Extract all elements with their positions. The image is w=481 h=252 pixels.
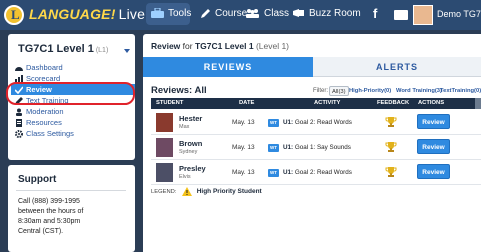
support-title: Support	[18, 174, 57, 185]
sidebar-item-resources[interactable]: Resources	[11, 117, 135, 128]
column-header[interactable]: STUDENT	[156, 98, 183, 109]
nav-buzz-room[interactable]: Buzz Room	[292, 8, 361, 19]
pencil-icon	[201, 9, 210, 18]
nav-class[interactable]: Class	[245, 8, 289, 19]
table-row: Brown Sydney May. 13 WT U1: Goal 1: Say …	[151, 135, 481, 160]
filter-all[interactable]: All(3)	[329, 86, 349, 96]
mail-icon[interactable]	[394, 10, 408, 20]
user-avatar[interactable]	[413, 5, 433, 25]
student-photo	[156, 113, 173, 132]
scrollbar[interactable]	[475, 98, 481, 109]
support-line: Call (888) 399-1995	[18, 198, 80, 205]
app-logo[interactable]: LANGUAGE! Live	[29, 6, 145, 22]
word-training-badge: WT	[268, 119, 279, 127]
tools-icon	[151, 8, 164, 19]
review-tabs: REVIEWS ALERTS	[143, 57, 481, 77]
review-highlight-ring	[6, 82, 135, 105]
review-date: May. 13	[232, 144, 255, 151]
trophy-icon	[385, 167, 397, 177]
nav-tools[interactable]: Tools	[151, 8, 191, 19]
top-bar: L LANGUAGE! Live Tools Course Class Buzz …	[0, 0, 481, 30]
filter-high-priority[interactable]: High-Priority(0)	[349, 86, 391, 96]
tab-alerts[interactable]: ALERTS	[313, 57, 481, 77]
table-header: STUDENT DATE ACTIVITY FEEDBACK ACTIONS	[151, 98, 481, 109]
column-header[interactable]: ACTIONS	[418, 98, 444, 109]
activity-label: U1: Goal 1: Say Sounds	[283, 144, 351, 151]
student-photo	[156, 138, 173, 157]
trophy-icon	[385, 142, 397, 152]
filter-text-training[interactable]: TextTraining(0)	[440, 86, 481, 96]
table-row: Hester Max May. 13 WT U1: Goal 2: Read W…	[151, 110, 481, 135]
activity-label: U1: Goal 2: Read Words	[283, 119, 352, 126]
filter-word-training[interactable]: Word Training(3)	[396, 86, 442, 96]
review-date: May. 13	[232, 119, 255, 126]
column-header[interactable]: FEEDBACK	[377, 98, 409, 109]
nav-course[interactable]: Course	[200, 8, 247, 19]
word-training-badge: WT	[268, 144, 279, 152]
chevron-down-icon[interactable]	[124, 49, 130, 53]
review-panel: Review for TG7C1 Level 1 (Level 1) REVIE…	[143, 34, 481, 252]
student-first-name: Hester	[179, 114, 203, 123]
support-line: between the hours of	[18, 208, 84, 215]
filter-label: Filter:	[313, 88, 328, 94]
student-last-name: Elvis	[179, 174, 191, 180]
warning-icon	[182, 187, 193, 196]
class-selector[interactable]: TG7C1 Level 1 (L1)	[18, 43, 108, 55]
sidebar-item-moderation[interactable]: Moderation	[11, 106, 135, 117]
moderation-icon	[16, 108, 22, 116]
review-button[interactable]: Review	[417, 164, 450, 179]
logo-icon[interactable]: L	[4, 5, 24, 25]
review-button[interactable]: Review	[417, 114, 450, 129]
tab-reviews[interactable]: REVIEWS	[143, 57, 313, 77]
facebook-icon[interactable]: f	[373, 6, 377, 21]
support-panel: Support Call (888) 399-1995 between the …	[8, 165, 135, 252]
word-training-badge: WT	[268, 169, 279, 177]
student-last-name: Max	[179, 124, 190, 130]
student-last-name: Sydney	[179, 149, 198, 155]
student-photo	[156, 163, 173, 182]
dashboard-icon	[15, 67, 23, 71]
sidebar-item-class-settings[interactable]: Class Settings	[11, 128, 135, 139]
student-first-name: Presley	[179, 164, 206, 173]
reviews-heading: Reviews: All	[151, 85, 207, 96]
support-line: Central (CST).	[18, 228, 64, 235]
megaphone-icon	[293, 9, 304, 18]
table-row: Presley Elvis May. 13 WT U1: Goal 2: Rea…	[151, 160, 481, 185]
review-button[interactable]: Review	[417, 139, 450, 154]
column-header[interactable]: DATE	[239, 98, 254, 109]
column-header[interactable]: ACTIVITY	[314, 98, 340, 109]
student-first-name: Brown	[179, 139, 203, 148]
legend: LEGEND: High Priority Student	[151, 187, 262, 196]
people-icon	[246, 9, 259, 18]
support-line: 8:30am and 5:30pm	[18, 218, 81, 225]
review-date: May. 13	[232, 169, 255, 176]
gear-icon	[15, 130, 23, 138]
page-title: Review for TG7C1 Level 1 (Level 1)	[151, 41, 290, 51]
activity-label: U1: Goal 2: Read Words	[283, 169, 352, 176]
trophy-icon	[385, 117, 397, 127]
user-name[interactable]: Demo TG7C1	[437, 9, 481, 19]
resources-icon	[16, 119, 22, 127]
divider	[16, 190, 126, 191]
sidebar-item-dashboard[interactable]: Dashboard	[11, 62, 135, 73]
